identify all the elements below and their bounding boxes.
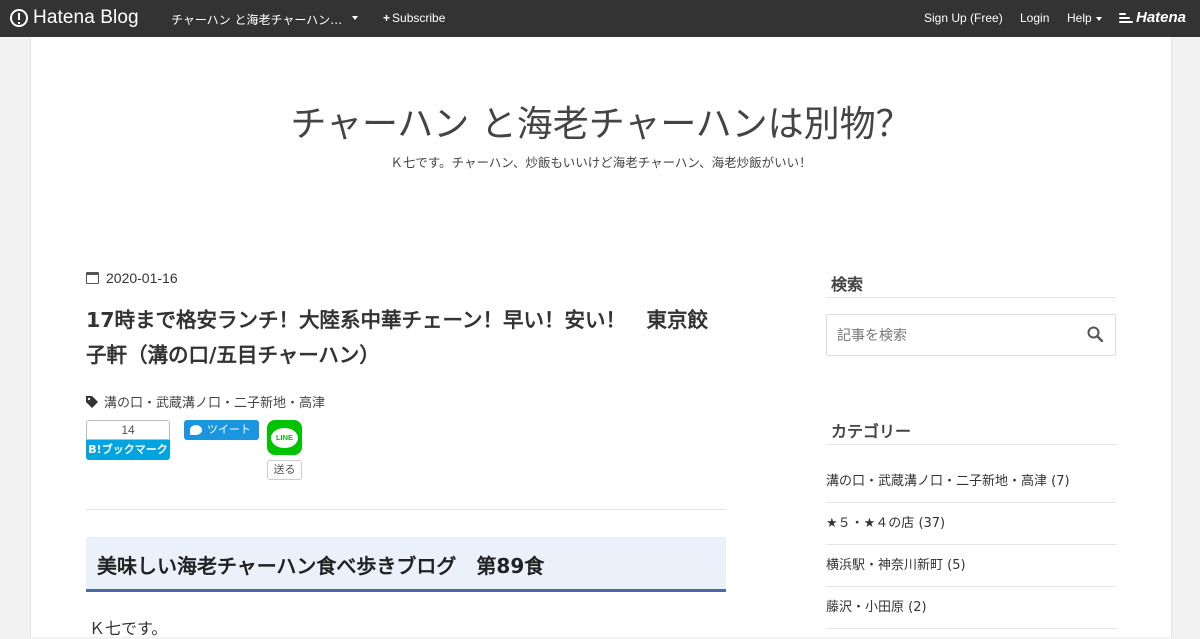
login-link[interactable]: Login	[1020, 11, 1049, 25]
section-heading: 美味しい海老チャーハン食べ歩きブログ 第89食	[86, 537, 726, 592]
blog-selector[interactable]: チャーハン と海老チャーハン…	[171, 11, 342, 28]
hatena-logo-icon	[10, 9, 28, 27]
divider	[826, 297, 1116, 298]
line-share-button[interactable]: LINE	[267, 420, 302, 455]
search-input[interactable]	[827, 315, 1089, 357]
chevron-down-icon[interactable]	[352, 16, 358, 20]
bookmark-count[interactable]: 14	[86, 420, 170, 440]
calendar-icon	[86, 272, 99, 284]
entry-date[interactable]: 2020-01-16	[86, 270, 178, 286]
category-module-title: カテゴリー	[831, 422, 912, 441]
signup-link[interactable]: Sign Up (Free)	[924, 11, 1003, 25]
entry-title[interactable]: 17時まで格安ランチ！大陸系中華チェーン！早い！安い！ 東京餃子軒（溝の口/五目…	[86, 303, 726, 373]
global-header: Hatena Blog チャーハン と海老チャーハン… + Subscribe S…	[0, 0, 1200, 37]
share-buttons: 14 B!ブックマーク ツイート LINE 送る	[86, 420, 726, 480]
tweet-label: ツイート	[207, 423, 251, 436]
twitter-bird-icon	[190, 425, 202, 435]
entry-body-text: Ｋ七です。	[89, 619, 168, 638]
plus-icon: +	[383, 11, 391, 25]
sidebar-category-item[interactable]: 藤沢・小田原 (2)	[826, 587, 1116, 629]
help-menu[interactable]: Help	[1067, 11, 1092, 25]
sidebar-category-item[interactable]: ★５・★４の店 (37)	[826, 503, 1116, 545]
page-container: チャーハン と海老チャーハンは別物？ Ｋ七です。チャーハン、炒飯もいいけど海老チ…	[30, 37, 1172, 638]
tweet-button[interactable]: ツイート	[184, 420, 259, 440]
sidebar-category-item[interactable]: 横浜駅・神奈川新町 (5)	[826, 545, 1116, 587]
subscribe-label: Subscribe	[392, 11, 446, 25]
hatena-bookmark-button[interactable]: 14 B!ブックマーク	[86, 420, 170, 460]
bookmark-label[interactable]: B!ブックマーク	[86, 440, 170, 460]
line-icon-text: LINE	[275, 433, 294, 442]
hatena-mark-icon	[1119, 12, 1133, 24]
logo-text: Hatena Blog	[33, 7, 139, 28]
blog-title[interactable]: チャーハン と海老チャーハンは別物？	[31, 95, 1171, 147]
search-form	[826, 314, 1116, 357]
line-icon: LINE	[271, 427, 298, 448]
entry-category-label: 溝の口・武蔵溝ノ口・二子新地・高津	[104, 396, 326, 411]
entry-category[interactable]: 溝の口・武蔵溝ノ口・二子新地・高津	[86, 392, 325, 411]
section-heading-text: 美味しい海老チャーハン食べ歩きブログ 第89食	[97, 554, 545, 578]
entry-date-text: 2020-01-16	[106, 270, 178, 286]
divider	[826, 444, 1116, 445]
search-module-title: 検索	[831, 275, 864, 294]
blog-description: Ｋ七です。チャーハン、炒飯もいいけど海老チャーハン、海老炒飯がいい！	[390, 155, 812, 170]
search-icon[interactable]	[1087, 326, 1103, 342]
tag-icon	[86, 395, 98, 408]
sidebar-category-item[interactable]: 溝の口・武蔵溝ノ口・二子新地・高津 (7)	[826, 461, 1116, 503]
subscribe-button[interactable]: + Subscribe	[383, 11, 445, 25]
chevron-down-icon[interactable]	[1096, 17, 1102, 21]
divider	[86, 509, 726, 510]
line-send-button[interactable]: 送る	[267, 460, 302, 480]
hatena-brand-link[interactable]: Hatena	[1119, 9, 1186, 26]
brand-text: Hatena	[1136, 9, 1187, 26]
hatena-blog-logo[interactable]: Hatena Blog	[10, 7, 139, 29]
